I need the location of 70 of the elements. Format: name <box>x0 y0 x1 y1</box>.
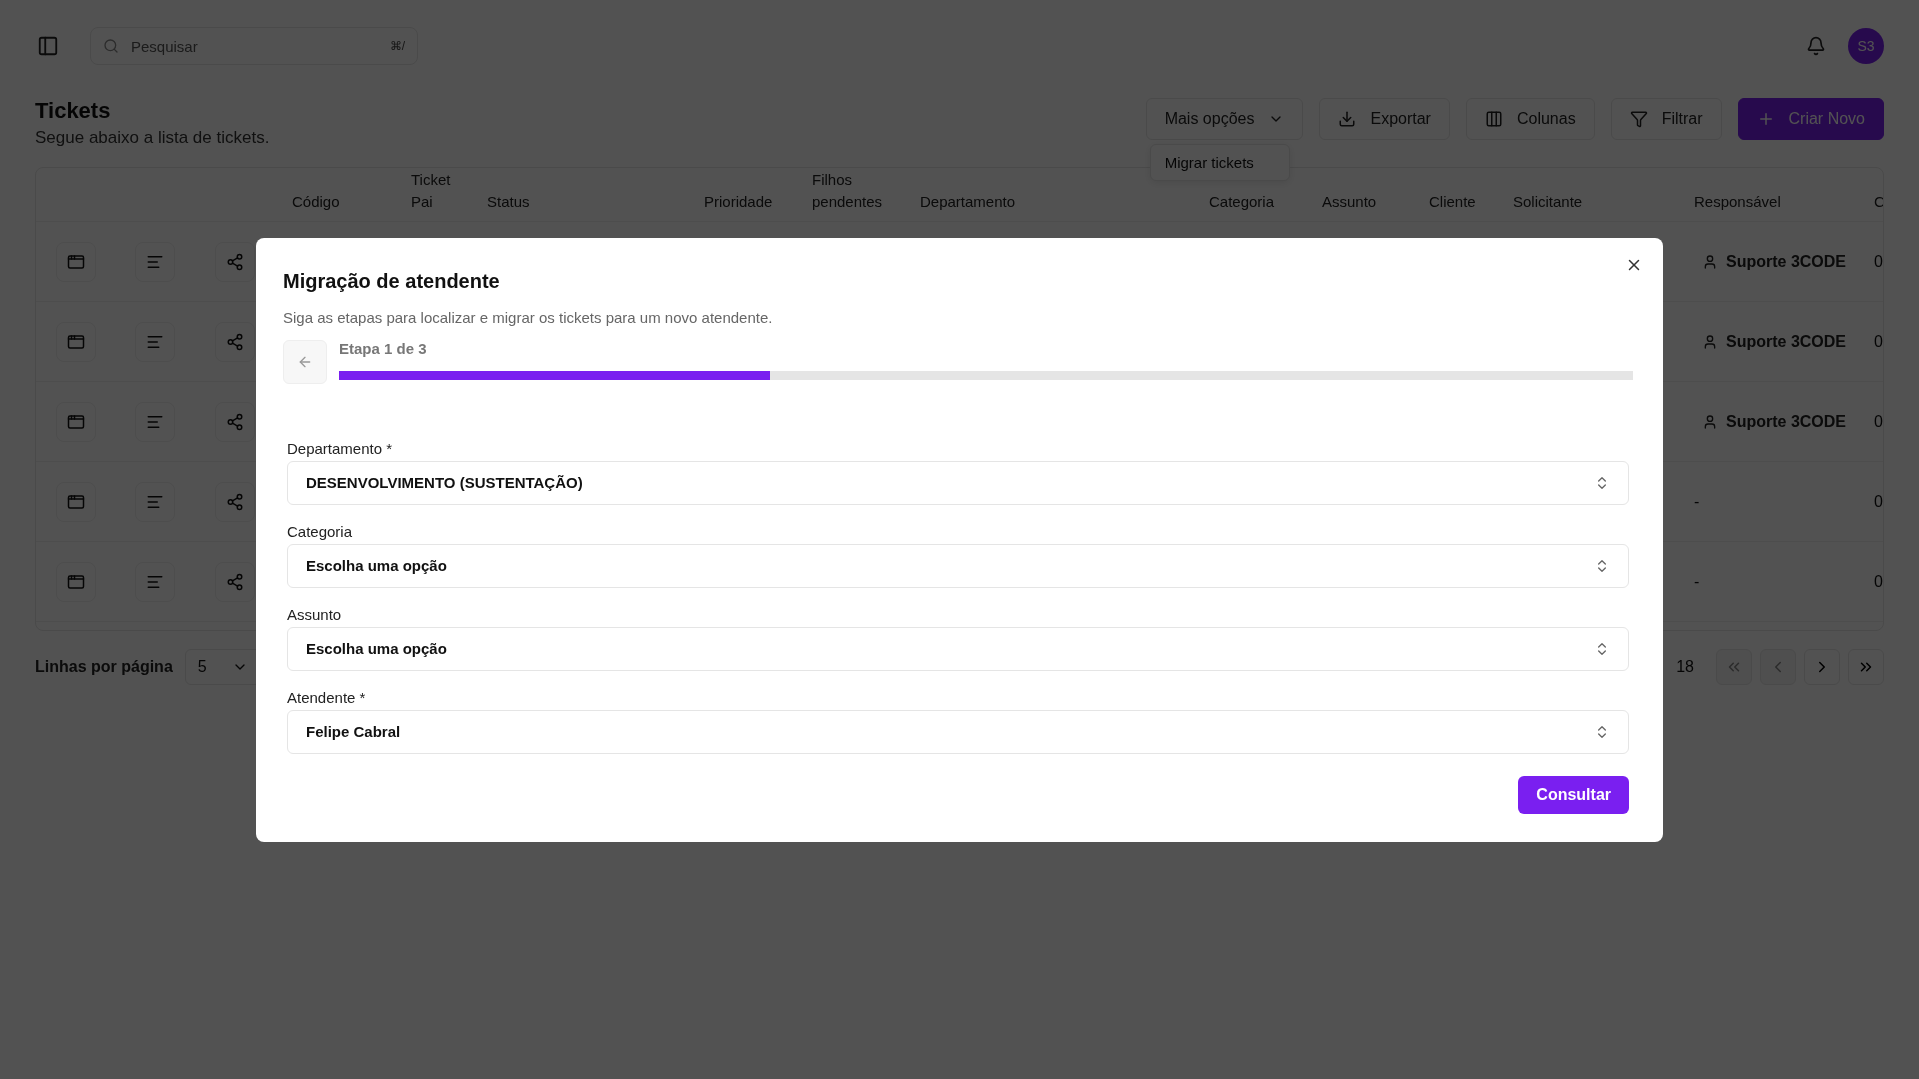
rows-per-page-label: Linhas por página <box>35 658 173 676</box>
field-label: Departamento * <box>287 439 393 457</box>
select-field[interactable]: Escolha uma opção <box>287 626 1629 671</box>
text-lines-icon[interactable] <box>135 561 175 602</box>
column-header: Código <box>291 192 341 212</box>
columns-icon <box>1484 110 1503 128</box>
window-icon[interactable] <box>56 321 96 362</box>
submit-button[interactable]: Consultar <box>1518 775 1629 814</box>
table-cell: 0 <box>1874 332 1883 350</box>
window-icon[interactable] <box>56 401 96 442</box>
text-lines-icon[interactable] <box>135 481 175 522</box>
pagination-button[interactable] <box>1848 649 1884 685</box>
table-cell: 0 <box>1874 492 1883 510</box>
toolbar-button[interactable]: Mais opções <box>1145 98 1304 140</box>
column-header: Cliente <box>1428 192 1477 212</box>
window-icon[interactable] <box>56 481 96 522</box>
user-icon <box>1702 333 1718 350</box>
dialog-title: Migração de atendente <box>283 269 501 293</box>
user-icon <box>1702 253 1718 270</box>
table-cell: - <box>1694 492 1700 510</box>
menu-item[interactable]: Migrar tickets <box>1154 149 1285 176</box>
page-title: Tickets <box>35 98 112 124</box>
share-icon[interactable] <box>215 321 255 362</box>
user-avatar[interactable]: S3 <box>1848 28 1884 64</box>
download-icon <box>1338 110 1357 128</box>
share-icon[interactable] <box>215 561 255 602</box>
column-header: Assunto <box>1321 192 1378 212</box>
share-icon[interactable] <box>215 481 255 522</box>
field-label: Atendente * <box>287 688 366 706</box>
table-cell: 0 <box>1874 412 1883 430</box>
toolbar-button[interactable]: Criar Novo <box>1737 98 1884 140</box>
step-label: Etapa 1 de 3 <box>339 339 428 357</box>
dialog-description: Siga as etapas para localizar e migrar os tickets para um novo atendente. <box>283 308 774 326</box>
column-header: Categoria <box>1208 192 1276 212</box>
toolbar-button[interactable]: Exportar <box>1319 98 1450 140</box>
column-header: Status <box>486 192 531 212</box>
toolbar-button[interactable]: Filtrar <box>1610 98 1722 140</box>
window-icon[interactable] <box>56 561 96 602</box>
text-lines-icon[interactable] <box>135 321 175 362</box>
column-header: Prioridade <box>703 192 774 212</box>
column-header: Ticket Pai <box>410 170 452 212</box>
window-icon[interactable] <box>56 241 96 282</box>
assignee-label: Suporte 3CODE <box>1694 408 1858 435</box>
user-icon <box>1702 413 1718 430</box>
search-icon <box>103 38 119 54</box>
toolbar-button[interactable]: Colunas <box>1465 98 1595 140</box>
table-cell: 0 <box>1874 572 1883 590</box>
text-lines-icon[interactable] <box>135 401 175 442</box>
table-cell: - <box>1694 572 1700 590</box>
column-header: Departamento <box>919 192 1017 212</box>
page-subtitle: Segue abaixo a lista de tickets. <box>35 128 270 148</box>
column-header: Responsável <box>1693 192 1782 212</box>
sidebar-toggle-icon[interactable] <box>36 34 60 58</box>
filter-icon <box>1629 110 1648 128</box>
field-label: Assunto <box>287 605 342 623</box>
assignee-label: Suporte 3CODE <box>1694 248 1858 275</box>
select-field[interactable]: Escolha uma opção <box>287 543 1629 588</box>
column-header: Solicitante <box>1512 192 1584 212</box>
share-icon[interactable] <box>215 401 255 442</box>
select-field[interactable]: DESENVOLVIMENTO (SUSTENTAÇÃO) <box>287 460 1629 505</box>
share-icon[interactable] <box>215 241 255 282</box>
assignee-label: Suporte 3CODE <box>1694 328 1858 355</box>
table-cell: 0 <box>1874 252 1883 270</box>
shortcut-hint: ⌘/ <box>389 39 405 53</box>
text-lines-icon[interactable] <box>135 241 175 282</box>
select-field[interactable]: Felipe Cabral <box>287 709 1629 754</box>
column-header: Filhos pendentes <box>811 170 884 212</box>
page-indicator: 18 <box>1676 658 1694 676</box>
field-label: Categoria <box>287 522 353 540</box>
pagination-button[interactable] <box>1804 649 1840 685</box>
